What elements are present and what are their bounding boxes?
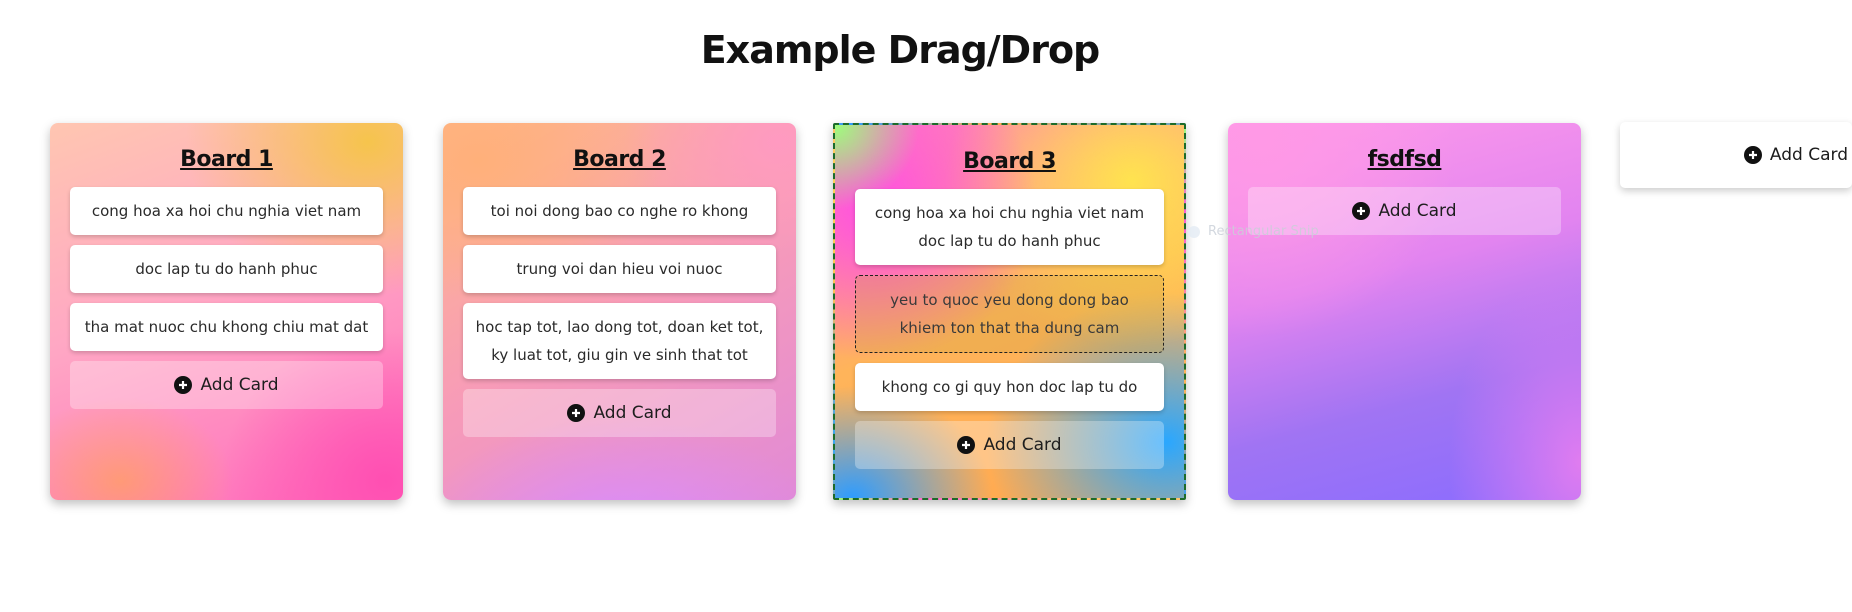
card[interactable]: hoc tap tot, lao dong tot, doan ket tot,…	[463, 303, 776, 379]
board-title[interactable]: Board 2	[443, 147, 796, 177]
card[interactable]: cong hoa xa hoi chu nghia viet nam doc l…	[855, 189, 1164, 265]
page-title: Example Drag/Drop	[700, 28, 1101, 72]
add-board-label: Add Card	[1769, 145, 1848, 165]
add-card-label: Add Card	[200, 375, 279, 395]
add-card-label: Add Card	[983, 435, 1062, 455]
add-card-button[interactable]: Add Card	[463, 389, 776, 437]
add-board-button[interactable]: Add Card	[1620, 122, 1852, 188]
board-title[interactable]: fsdfsd	[1228, 147, 1581, 177]
plus-circle-icon	[174, 376, 193, 394]
plus-circle-icon	[957, 436, 976, 454]
card[interactable]: tha mat nuoc chu khong chiu mat dat	[70, 303, 383, 351]
card[interactable]: trung voi dan hieu voi nuoc	[463, 245, 776, 293]
add-card-label: Add Card	[1378, 201, 1457, 221]
board-4: fsdfsd Add Card	[1228, 123, 1581, 500]
add-card-label: Add Card	[593, 403, 672, 423]
add-card-button[interactable]: Add Card	[855, 421, 1164, 469]
plus-circle-icon	[1743, 146, 1762, 164]
card-list: cong hoa xa hoi chu nghia viet nam doc l…	[835, 189, 1184, 411]
snip-icon	[1188, 225, 1200, 238]
drag-ghost-label: Rectangular Snip	[1208, 224, 1319, 239]
board-title[interactable]: Board 3	[835, 149, 1184, 179]
card-list: cong hoa xa hoi chu nghia viet nam doc l…	[50, 187, 403, 351]
card[interactable]: toi noi dong bao co nghe ro khong	[463, 187, 776, 235]
card[interactable]: doc lap tu do hanh phuc	[70, 245, 383, 293]
card[interactable]: khong co gi quy hon doc lap tu do	[855, 363, 1164, 411]
board-title[interactable]: Board 1	[50, 147, 403, 177]
card-drag-placeholder[interactable]: yeu to quoc yeu dong dong bao khiem ton …	[855, 275, 1164, 353]
card-list: toi noi dong bao co nghe ro khong trung …	[443, 187, 796, 379]
add-card-button[interactable]: Add Card	[70, 361, 383, 409]
plus-circle-icon	[1352, 202, 1371, 220]
drag-ghost: Rectangular Snip	[1188, 224, 1319, 239]
board-3: Board 3 cong hoa xa hoi chu nghia viet n…	[833, 123, 1186, 500]
board-1: Board 1 cong hoa xa hoi chu nghia viet n…	[50, 123, 403, 500]
plus-circle-icon	[567, 404, 586, 422]
board-2: Board 2 toi noi dong bao co nghe ro khon…	[443, 123, 796, 500]
card[interactable]: cong hoa xa hoi chu nghia viet nam	[70, 187, 383, 235]
